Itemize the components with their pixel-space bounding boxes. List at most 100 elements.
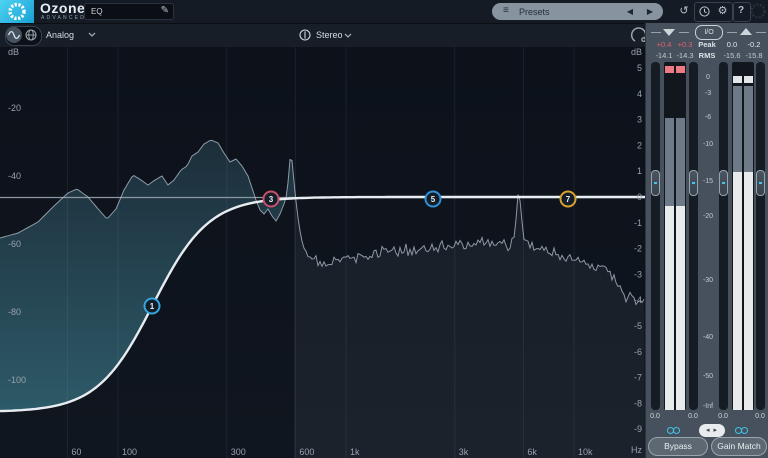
brand-sub: ADVANCED: [41, 15, 86, 21]
presets-label: Presets: [519, 7, 550, 17]
eq-band-node-1[interactable]: 1: [145, 299, 160, 314]
peak-value-output: 0.0: [720, 40, 744, 49]
freq-axis-tick: 10k: [578, 447, 593, 457]
freq-axis-unit: Hz: [631, 445, 642, 455]
eq-band-node-3[interactable]: 3: [264, 192, 279, 207]
selected-band-fill: [0, 140, 296, 411]
fader-value-output: 0.0: [713, 413, 733, 420]
freq-axis-tick: 300: [231, 447, 246, 457]
freq-axis-tick: 1k: [350, 447, 360, 457]
svg-text:5: 5: [431, 195, 436, 204]
title-bar: Ozone ADVANCED EQ ✎ ≡ Presets ◀ ▶ ↺ ⚙ ?: [0, 0, 768, 23]
dash: [727, 32, 737, 33]
right-axis-tick: -8: [634, 398, 642, 408]
preset-list-icon: ≡: [503, 5, 509, 16]
freq-axis-tick: 60: [71, 447, 81, 457]
right-axis-tick: 3: [637, 115, 642, 125]
right-axis-tick: 4: [637, 89, 642, 99]
right-axis-tick: -1: [634, 218, 642, 228]
channel-label: Stereo: [316, 30, 343, 40]
fader-track-input: [689, 62, 698, 410]
fader-value-input: 0.0: [683, 413, 703, 420]
preset-next-button[interactable]: ▶: [647, 7, 653, 16]
module-name: EQ: [91, 7, 103, 16]
peak-value-input: +0.3: [673, 40, 697, 49]
channel-select[interactable]: Stereo: [292, 26, 354, 44]
gain-fader-output[interactable]: [719, 170, 728, 196]
globe-icon: [23, 27, 39, 43]
ozone-eq-window: Ozone ADVANCED EQ ✎ ≡ Presets ◀ ▶ ↺ ⚙ ?: [0, 0, 768, 458]
matching-view-button[interactable]: [23, 27, 39, 43]
dash: [651, 32, 661, 33]
fader-track-output: [756, 62, 765, 410]
rms-value-output: -15.8: [742, 51, 766, 60]
module-name-field[interactable]: EQ ✎: [84, 3, 174, 20]
channel-link-icon-input[interactable]: [667, 427, 683, 435]
eq-band-node-5[interactable]: 5: [426, 192, 441, 207]
right-axis-unit: dB: [631, 47, 642, 57]
peak-hold-mark-output: [744, 76, 753, 83]
peak-hold-mark-output: [733, 76, 742, 83]
gain-fader-input[interactable]: [651, 170, 660, 196]
curve-view-button[interactable]: [6, 27, 22, 43]
gain-fader-output[interactable]: [756, 170, 765, 196]
spectrum-fill-right: [294, 182, 645, 458]
history-icon[interactable]: [696, 3, 713, 20]
ozone-logo: [0, 0, 34, 23]
eq-mode-select[interactable]: Analog: [46, 30, 74, 40]
freq-axis-tick: 600: [299, 447, 314, 457]
stereo-icon: [298, 28, 312, 42]
io-options-button[interactable]: I/O: [695, 25, 723, 40]
rms-value-output: -15.6: [720, 51, 744, 60]
right-axis-tick: 5: [637, 63, 642, 73]
left-axis-tick: -80: [8, 307, 21, 317]
right-axis-tick: 2: [637, 140, 642, 150]
right-axis-tick: -3: [634, 269, 642, 279]
freq-axis-tick: 100: [122, 447, 137, 457]
freq-axis-tick: 3k: [459, 447, 469, 457]
gain-fader-input[interactable]: [689, 170, 698, 196]
settings-gear-icon[interactable]: ⚙: [714, 3, 731, 20]
izotope-watermark-icon: [749, 2, 767, 25]
fader-value-input: 0.0: [645, 413, 665, 420]
left-axis-unit: dB: [8, 47, 19, 57]
right-axis-tick: -7: [634, 373, 642, 383]
peak-hold-mark-input: [676, 66, 685, 73]
output-gain-up-icon[interactable]: [740, 28, 752, 35]
meter-bar-rms-input: [665, 206, 674, 410]
right-axis-tick: 0: [637, 192, 642, 202]
bypass-button[interactable]: Bypass: [648, 437, 708, 456]
svg-text:3: 3: [269, 195, 274, 204]
eq-graph[interactable]: 1357dB-20-40-60-80-100dB543210-1-2-3-4-5…: [0, 47, 645, 458]
dash: [756, 32, 766, 33]
peak-value-output: -0.2: [742, 40, 766, 49]
peak-hold-mark-input: [665, 66, 674, 73]
right-axis-tick: -4: [634, 295, 642, 305]
right-axis-tick: 1: [637, 166, 642, 176]
help-label: ?: [734, 3, 748, 20]
brand-name: Ozone: [40, 1, 85, 15]
svg-text:7: 7: [566, 195, 571, 204]
freq-axis-tick: 6k: [527, 447, 537, 457]
left-axis-tick: -20: [8, 103, 21, 113]
meter-link-toggle[interactable]: ◂ ▸: [699, 424, 725, 437]
gain-match-button[interactable]: Gain Match: [711, 437, 767, 456]
fader-track-input: [651, 62, 660, 410]
fader-track-output: [719, 62, 728, 410]
channel-link-icon-output[interactable]: [735, 427, 751, 435]
meter-bar-rms-output: [733, 172, 742, 410]
meter-bar-rms-output: [744, 172, 753, 410]
right-axis-tick: -9: [634, 424, 642, 434]
chevron-down-icon[interactable]: [88, 32, 96, 37]
right-axis-tick: -2: [634, 244, 642, 254]
presets-dropdown[interactable]: ≡ Presets ◀ ▶: [492, 3, 663, 20]
eq-band-node-7[interactable]: 7: [561, 192, 576, 207]
input-gain-down-icon[interactable]: [663, 29, 675, 36]
right-axis-tick: -5: [634, 321, 642, 331]
fader-value-output: 0.0: [750, 413, 768, 420]
preset-prev-button[interactable]: ◀: [627, 7, 633, 16]
right-axis-tick: -6: [634, 347, 642, 357]
undo-button[interactable]: ↺: [676, 3, 692, 20]
edit-pencil-icon[interactable]: ✎: [161, 5, 169, 16]
history-settings-group: ⚙: [694, 2, 733, 22]
